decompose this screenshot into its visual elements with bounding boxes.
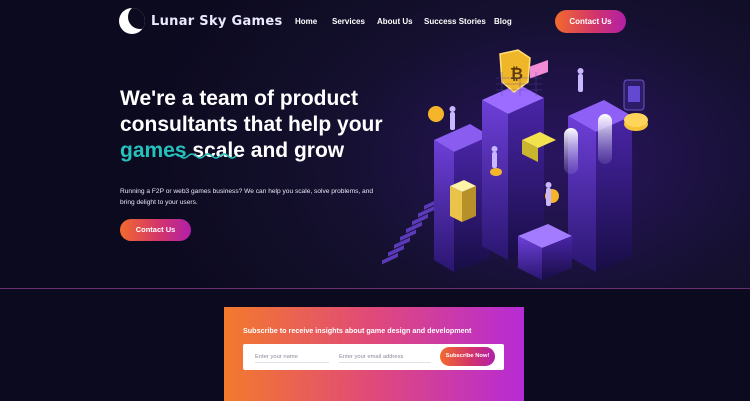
hero-headline: We're a team of product consultants that… (120, 86, 410, 164)
nav-success-stories[interactable]: Success Stories (424, 17, 486, 26)
bitcoin-icon: ₿ (510, 64, 523, 83)
hero-contact-button[interactable]: Contact Us (120, 219, 191, 241)
staircase (382, 198, 440, 265)
email-input-underline (339, 362, 431, 363)
subscribe-form: Subscribe Now! (243, 344, 504, 370)
coin-icon (624, 113, 648, 127)
nav-services[interactable]: Services (332, 17, 365, 26)
phone-panel (623, 79, 645, 111)
nav-home[interactable]: Home (295, 17, 317, 26)
shield-bitcoin: ₿ (499, 49, 531, 93)
top-nav: Lunar Sky Games Home Services About Us S… (0, 0, 750, 44)
subscribe-title: Subscribe to receive insights about game… (243, 326, 472, 335)
isometric-illustration: ₿ (382, 49, 648, 280)
glowing-block (450, 180, 476, 222)
logo-icon (119, 8, 145, 34)
hero-subtext: Running a F2P or web3 games business? We… (120, 188, 374, 206)
logo[interactable]: Lunar Sky Games (119, 8, 283, 34)
subscribe-box: Subscribe to receive insights about game… (224, 307, 524, 401)
hero-section: Lunar Sky Games Home Services About Us S… (0, 0, 750, 289)
name-input-underline (255, 362, 329, 363)
nav-about-us[interactable]: About Us (377, 17, 413, 26)
coin-icon (428, 106, 444, 122)
brand-name: Lunar Sky Games (151, 13, 283, 29)
nav-blog[interactable]: Blog (494, 17, 512, 26)
coin-icon (490, 168, 502, 176)
subscribe-button[interactable]: Subscribe Now! (440, 347, 495, 366)
nav-contact-button[interactable]: Contact Us (555, 10, 626, 33)
squiggle-underline (171, 153, 237, 159)
headline-part-1: We're a team of product consultants that… (120, 87, 383, 136)
